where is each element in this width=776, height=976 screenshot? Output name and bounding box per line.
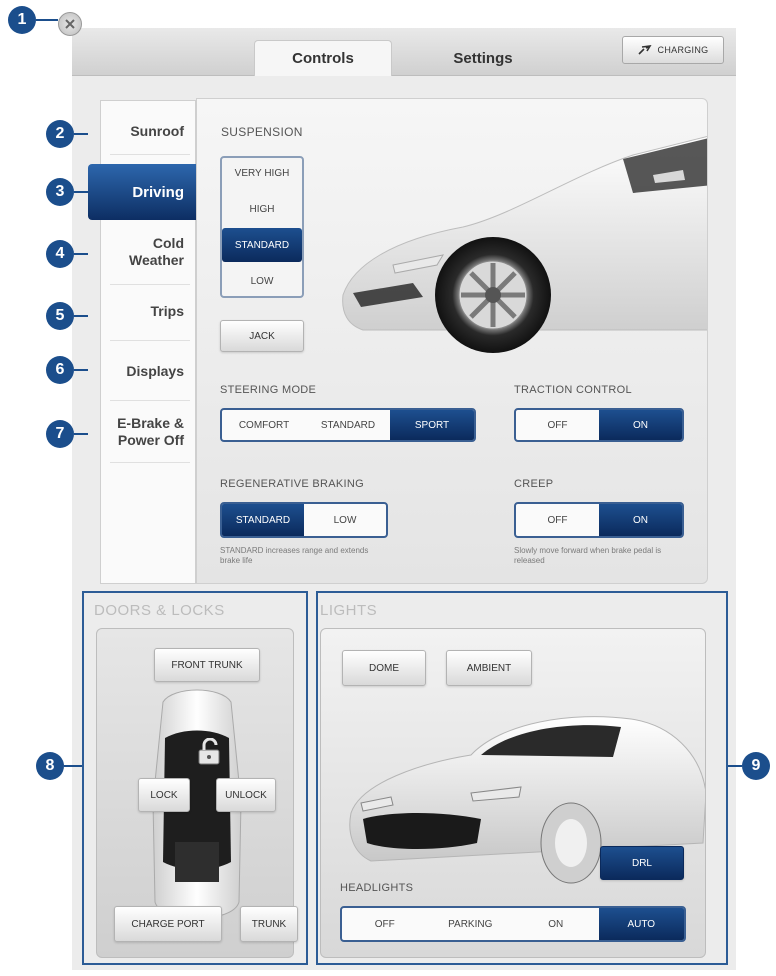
creep-label: CREEP: [514, 478, 554, 490]
suspension-high[interactable]: HIGH: [222, 192, 302, 226]
charging-plug-icon: [637, 45, 652, 55]
suspension-very-high[interactable]: VERY HIGH: [222, 156, 302, 190]
callout-line: [64, 765, 82, 767]
sidebar-item-trips[interactable]: Trips: [100, 298, 196, 324]
car-side-image: [342, 135, 707, 353]
callout-4: 4: [46, 240, 74, 268]
close-button[interactable]: [58, 12, 82, 36]
lock-button[interactable]: LOCK: [138, 778, 190, 812]
steering-sport[interactable]: SPORT: [390, 410, 474, 440]
steering-mode-selector: COMFORT STANDARD SPORT: [220, 408, 476, 442]
callout-7: 7: [46, 420, 74, 448]
suspension-low[interactable]: LOW: [222, 264, 302, 298]
creep-selector: OFF ON: [514, 502, 684, 538]
close-icon: [65, 19, 75, 29]
jack-button[interactable]: JACK: [220, 320, 304, 352]
divider: [110, 284, 190, 285]
front-trunk-button[interactable]: FRONT TRUNK: [154, 648, 260, 682]
divider: [110, 462, 190, 463]
unlock-button[interactable]: UNLOCK: [216, 778, 276, 812]
traction-control-label: TRACTION CONTROL: [514, 384, 632, 396]
headlights-auto[interactable]: AUTO: [598, 908, 684, 940]
sidebar-item-sunroof[interactable]: Sunroof: [100, 116, 196, 146]
callout-line: [36, 19, 58, 21]
creep-off[interactable]: OFF: [516, 504, 599, 536]
creep-on[interactable]: ON: [599, 504, 682, 536]
ambient-button[interactable]: AMBIENT: [446, 650, 532, 686]
charge-port-button[interactable]: CHARGE PORT: [114, 906, 222, 942]
traction-control-selector: OFF ON: [514, 408, 684, 442]
headlights-off[interactable]: OFF: [342, 908, 428, 940]
tab-controls[interactable]: Controls: [254, 40, 392, 76]
steering-standard[interactable]: STANDARD: [306, 410, 390, 440]
suspension-standard[interactable]: STANDARD: [222, 228, 302, 262]
callout-9: 9: [742, 752, 770, 780]
sidebar-item-displays[interactable]: Displays: [100, 358, 196, 384]
callout-line: [74, 253, 88, 255]
callout-1: 1: [8, 6, 36, 34]
callout-6: 6: [46, 356, 74, 384]
trunk-button[interactable]: TRUNK: [240, 906, 298, 942]
sidebar-item-driving[interactable]: Driving: [88, 164, 198, 220]
steering-mode-label: STEERING MODE: [220, 384, 317, 396]
sidebar-item-ebrake[interactable]: E-Brake & Power Off: [100, 412, 196, 452]
regen-standard[interactable]: STANDARD: [222, 504, 304, 536]
callout-line: [74, 191, 88, 193]
regen-braking-label: REGENERATIVE BRAKING: [220, 478, 364, 490]
callout-line: [74, 133, 88, 135]
callout-8: 8: [36, 752, 64, 780]
regen-low[interactable]: LOW: [304, 504, 386, 536]
traction-off[interactable]: OFF: [516, 410, 599, 440]
traction-on[interactable]: ON: [599, 410, 682, 440]
regen-braking-selector: STANDARD LOW: [220, 502, 388, 538]
drl-button[interactable]: DRL: [600, 846, 684, 880]
charging-button[interactable]: CHARGING: [622, 36, 724, 64]
headlights-label: HEADLIGHTS: [340, 882, 414, 894]
sidebar-item-cold-weather[interactable]: Cold Weather: [100, 232, 196, 272]
tab-settings[interactable]: Settings: [414, 40, 552, 76]
divider: [110, 154, 190, 155]
suspension-label: SUSPENSION: [221, 125, 303, 139]
headlights-selector: OFF PARKING ON AUTO: [340, 906, 686, 942]
lights-title: LIGHTS: [320, 602, 378, 619]
headlights-parking[interactable]: PARKING: [428, 908, 514, 940]
regen-hint: STANDARD increases range and extends bra…: [220, 546, 369, 565]
callout-5: 5: [46, 302, 74, 330]
callout-line: [74, 369, 88, 371]
doors-locks-title: DOORS & LOCKS: [94, 602, 225, 619]
callout-line: [728, 765, 742, 767]
callout-2: 2: [46, 120, 74, 148]
unlock-icon: [198, 738, 220, 765]
dome-button[interactable]: DOME: [342, 650, 426, 686]
divider: [110, 400, 190, 401]
creep-hint: Slowly move forward when brake pedal is …: [514, 546, 662, 565]
divider: [110, 340, 190, 341]
callout-line: [74, 433, 88, 435]
charging-label: CHARGING: [657, 45, 709, 55]
steering-comfort[interactable]: COMFORT: [222, 410, 306, 440]
callout-3: 3: [46, 178, 74, 206]
headlights-on[interactable]: ON: [513, 908, 599, 940]
callout-line: [74, 315, 88, 317]
